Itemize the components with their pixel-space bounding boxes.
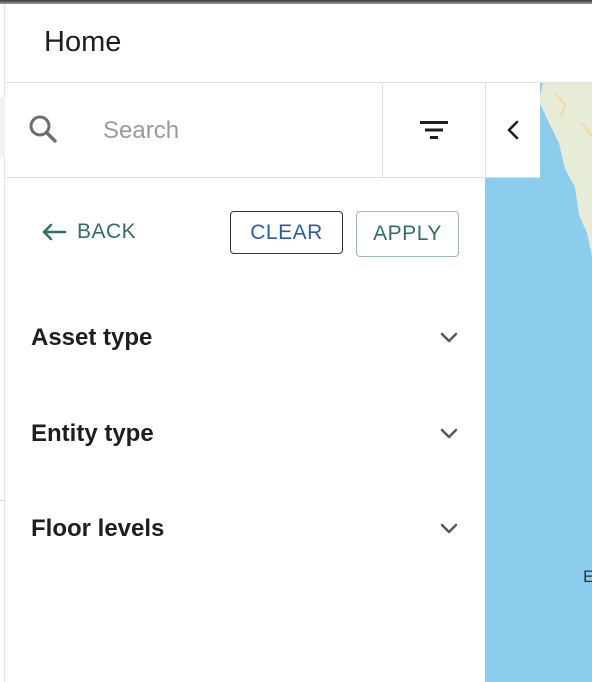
page-title: Home [44, 26, 122, 58]
accordion-floor-levels[interactable]: Floor levels [31, 504, 461, 554]
map-place-label: E [583, 567, 592, 586]
chevron-down-icon [437, 326, 461, 350]
collapse-panel-button[interactable] [485, 83, 540, 178]
chevron-down-icon [437, 517, 461, 541]
apply-button[interactable]: APPLY [356, 211, 459, 257]
accordion-label: Entity type [31, 420, 154, 447]
back-button[interactable]: BACK [41, 220, 136, 244]
accordion-entity-type[interactable]: Entity type [31, 409, 461, 459]
search-icon[interactable] [27, 113, 59, 150]
clear-button[interactable]: CLEAR [230, 211, 343, 254]
app-header: Home [5, 4, 592, 83]
back-button-label: BACK [77, 220, 137, 243]
accordion-label: Asset type [31, 324, 153, 351]
search-input[interactable] [103, 111, 373, 151]
filter-button[interactable] [382, 83, 485, 177]
filter-icon [420, 121, 448, 139]
filter-panel: BACK CLEAR APPLY Asset type Entity type … [5, 178, 485, 682]
accordion-label: Floor levels [31, 515, 165, 542]
arrow-left-icon [42, 223, 67, 241]
chevron-down-icon [437, 422, 461, 446]
map-land [539, 83, 592, 257]
search-bar [5, 83, 485, 178]
accordion-asset-type[interactable]: Asset type [31, 313, 461, 363]
chevron-left-icon [507, 120, 519, 140]
